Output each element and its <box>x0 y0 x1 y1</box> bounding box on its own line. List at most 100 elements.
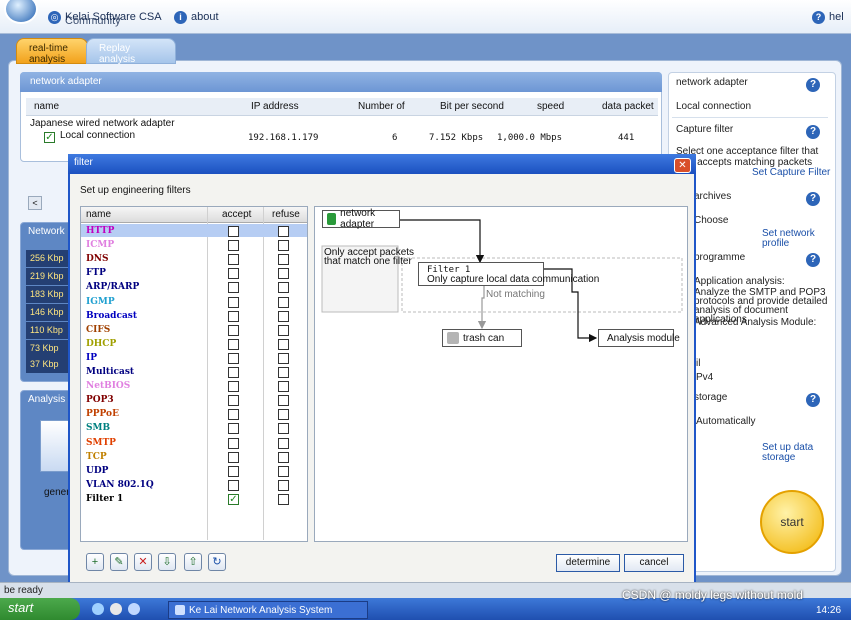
quick-launch-icon[interactable] <box>110 603 122 615</box>
import-filter-button[interactable]: ⇩ <box>158 553 176 571</box>
node-trash-can[interactable]: trash can <box>442 329 522 347</box>
accept-checkbox[interactable] <box>228 282 239 294</box>
adapter-row[interactable]: ✓ Local connection 192.168.1.179 6 7.152… <box>26 129 658 145</box>
accept-checkbox[interactable] <box>228 296 239 308</box>
start-menu-button[interactable]: start <box>0 598 80 620</box>
accept-checkbox[interactable] <box>228 465 239 477</box>
browser-icon[interactable] <box>92 603 104 615</box>
refuse-checkbox[interactable] <box>278 310 289 322</box>
accept-checkbox[interactable] <box>228 381 239 393</box>
vendor-link[interactable]: ◎ Kelai Software CSA Community <box>48 9 162 26</box>
accept-checkbox[interactable] <box>228 352 239 364</box>
scroll-left-button[interactable]: < <box>28 196 42 210</box>
accept-checkbox[interactable] <box>228 423 239 435</box>
tab-real-time-analysis[interactable]: real-time analysis <box>16 38 88 65</box>
node-network-adapter[interactable]: network adapter <box>322 208 400 230</box>
node-analysis-module[interactable]: Analysis module <box>598 329 680 347</box>
col-ip[interactable]: IP address <box>251 101 299 112</box>
set-up-data-storage-link[interactable]: Set up data storage <box>762 443 826 463</box>
col-refuse[interactable]: refuse <box>272 209 300 220</box>
refuse-checkbox[interactable] <box>278 352 289 364</box>
tab-replay-analysis[interactable]: Replay analysis <box>86 38 176 65</box>
col-name[interactable]: name <box>34 101 59 112</box>
refuse-checkbox[interactable] <box>278 479 289 491</box>
filter-row[interactable]: HTTP <box>81 225 307 239</box>
col-bps[interactable]: Bit per second <box>440 101 504 112</box>
refuse-checkbox[interactable] <box>278 226 289 237</box>
filter-row[interactable]: IP <box>81 352 307 366</box>
refuse-checkbox[interactable] <box>278 409 289 421</box>
filter-row[interactable]: SMB <box>81 422 307 436</box>
accept-checkbox[interactable] <box>228 324 239 336</box>
accept-checkbox[interactable] <box>228 479 239 491</box>
determine-button[interactable]: determine <box>556 554 620 572</box>
accept-checkbox[interactable] <box>228 310 239 322</box>
col-speed[interactable]: speed <box>537 101 564 112</box>
export-filter-button[interactable]: ⇧ <box>184 553 202 571</box>
filter-row[interactable]: Broadcast <box>81 310 307 324</box>
accept-checkbox[interactable] <box>228 338 239 350</box>
filter-row[interactable]: SMTP <box>81 437 307 451</box>
refuse-checkbox[interactable] <box>278 240 289 252</box>
filter-row[interactable]: CIFS <box>81 324 307 338</box>
taskbar-app-item[interactable]: Ke Lai Network Analysis System <box>168 601 368 619</box>
filter-row[interactable]: UDP <box>81 465 307 479</box>
refuse-checkbox[interactable] <box>278 395 289 407</box>
help-icon[interactable]: ? <box>806 125 820 139</box>
filter-row[interactable]: POP3 <box>81 394 307 408</box>
quick-launch-icon[interactable] <box>128 603 140 615</box>
filter-row[interactable]: ARP/RARP <box>81 281 307 295</box>
node-filter-1[interactable]: Filter 1 Only capture local data communi… <box>418 262 599 286</box>
accept-checkbox[interactable] <box>228 226 239 237</box>
filter-row[interactable]: TCP <box>81 451 307 465</box>
col-accept[interactable]: accept <box>222 209 251 220</box>
filter-row[interactable]: VLAN 802.1Q <box>81 479 307 493</box>
set-network-profile-link[interactable]: Set network profile <box>762 229 826 249</box>
refresh-icon[interactable]: ↻ <box>208 553 226 571</box>
adapter-checkbox[interactable]: ✓ <box>44 132 55 143</box>
accept-checkbox[interactable] <box>228 437 239 449</box>
help-icon[interactable]: ? <box>806 393 820 407</box>
filter-row[interactable]: Multicast <box>81 366 307 380</box>
refuse-checkbox[interactable] <box>278 367 289 378</box>
col-filter-name[interactable]: name <box>86 209 111 220</box>
accept-checkbox[interactable] <box>228 409 239 421</box>
refuse-checkbox[interactable] <box>278 338 289 350</box>
filter-row[interactable]: PPPoE <box>81 408 307 422</box>
refuse-checkbox[interactable] <box>278 451 289 463</box>
refuse-checkbox[interactable] <box>278 282 289 294</box>
help-icon[interactable]: ? <box>806 78 820 92</box>
refuse-checkbox[interactable] <box>278 296 289 308</box>
refuse-checkbox[interactable] <box>278 465 289 477</box>
accept-checkbox[interactable] <box>228 240 239 252</box>
accept-checkbox[interactable] <box>228 451 239 463</box>
cancel-button[interactable]: cancel <box>624 554 684 572</box>
dialog-close-button[interactable]: ✕ <box>674 158 691 173</box>
edit-filter-button[interactable]: ✎ <box>110 553 128 571</box>
refuse-checkbox[interactable] <box>278 493 289 505</box>
filter-row[interactable]: DNS <box>81 253 307 267</box>
refuse-checkbox[interactable] <box>278 381 289 393</box>
refuse-checkbox[interactable] <box>278 254 289 266</box>
set-capture-filter-link[interactable]: Set Capture Filter <box>752 168 830 178</box>
filter-row[interactable]: FTP <box>81 267 307 281</box>
refuse-checkbox[interactable] <box>278 423 289 435</box>
start-capture-button[interactable]: start <box>760 490 824 554</box>
help-icon[interactable]: ? <box>806 253 820 267</box>
filter-row[interactable]: IGMP <box>81 296 307 310</box>
delete-filter-button[interactable]: ✕ <box>134 553 152 571</box>
col-packets[interactable]: data packet <box>602 101 654 112</box>
refuse-checkbox[interactable] <box>278 437 289 449</box>
accept-checkbox[interactable] <box>228 395 239 407</box>
refuse-checkbox[interactable] <box>278 324 289 336</box>
accept-checkbox[interactable] <box>228 367 239 378</box>
add-filter-button[interactable]: + <box>86 553 104 571</box>
refuse-checkbox[interactable] <box>278 268 289 280</box>
accept-checkbox[interactable] <box>228 268 239 280</box>
filter-row[interactable]: ICMP <box>81 239 307 253</box>
filter-row[interactable]: DHCP <box>81 338 307 352</box>
accept-checkbox[interactable]: ✓ <box>228 493 239 505</box>
report-icon[interactable] <box>40 420 70 472</box>
help-icon[interactable]: ? <box>806 192 820 206</box>
accept-checkbox[interactable] <box>228 254 239 266</box>
